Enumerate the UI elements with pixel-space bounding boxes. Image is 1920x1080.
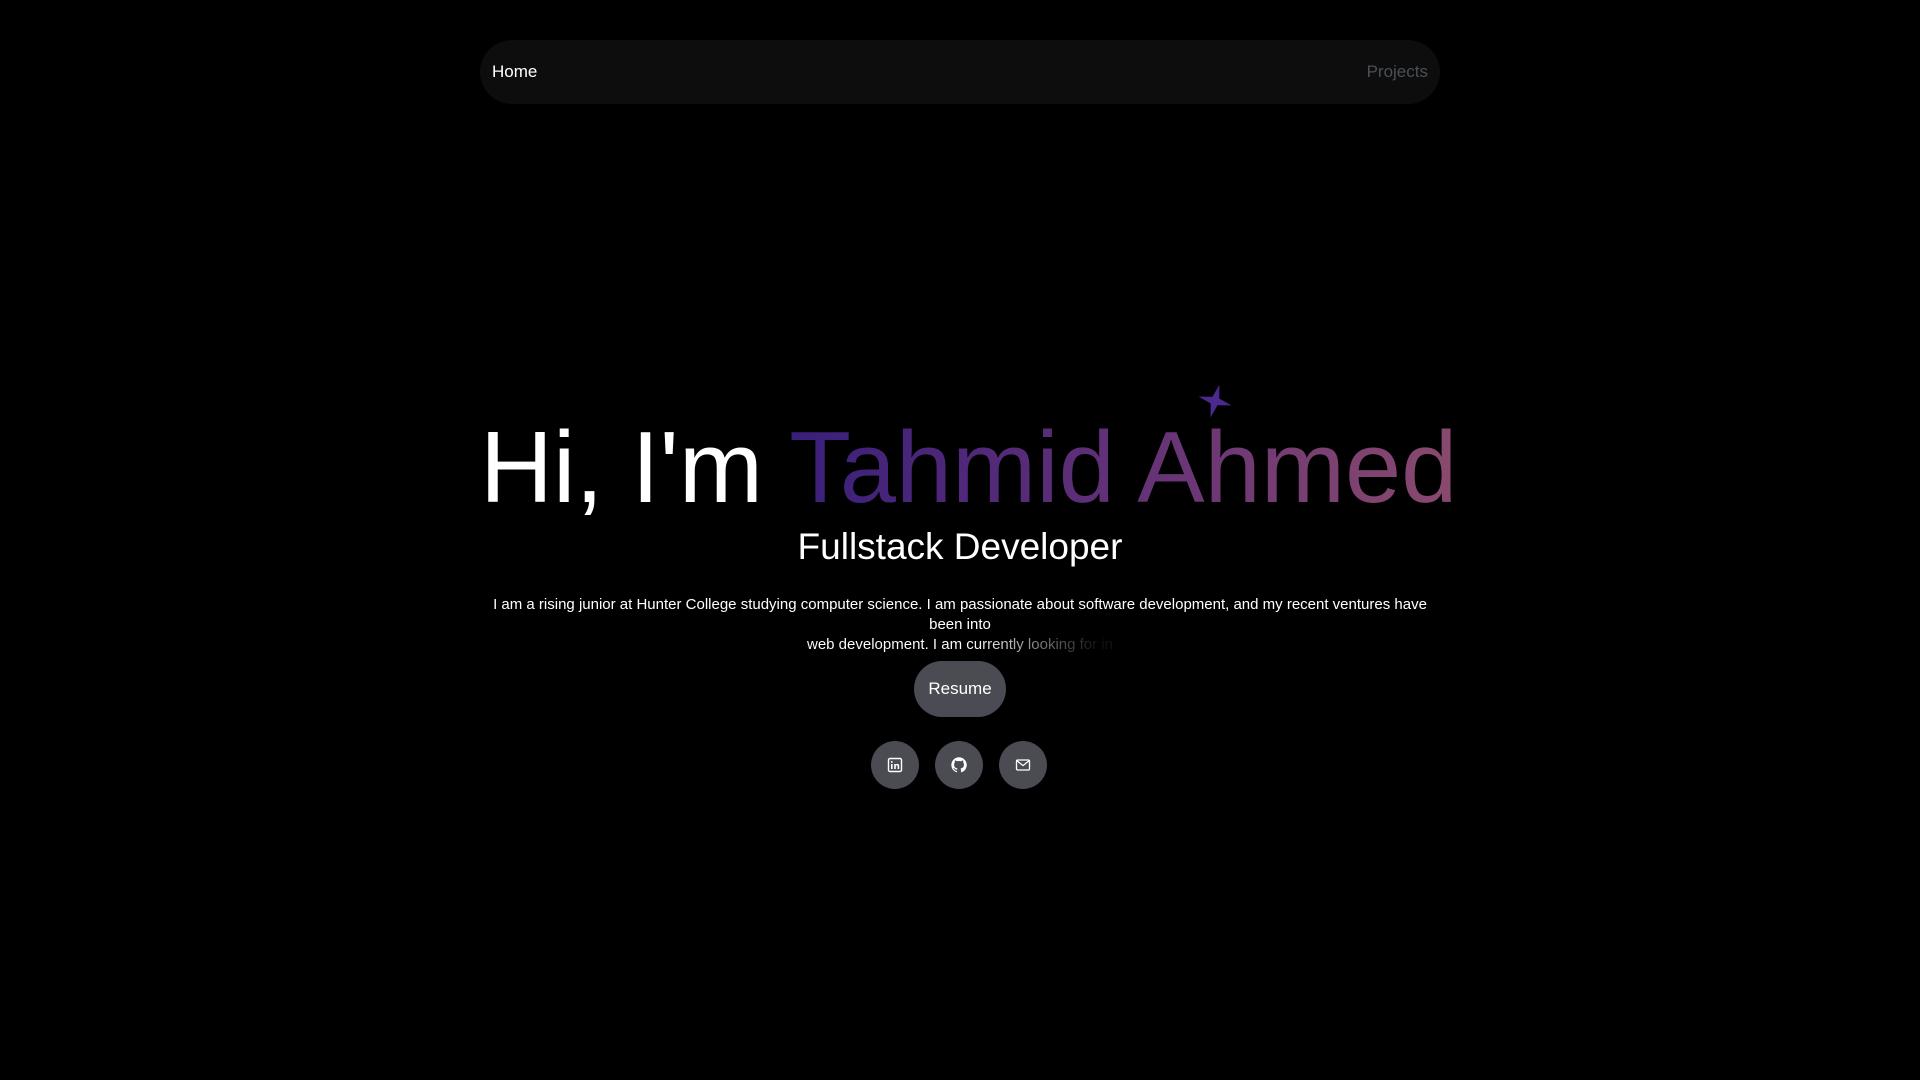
mail-button[interactable] — [999, 741, 1047, 789]
greeting-text: Hi, I'm — [480, 412, 790, 524]
hero-headline: Hi, I'm Tahmid Ahmed — [480, 400, 1457, 536]
nav-home-link[interactable]: Home — [492, 62, 537, 82]
nav-projects-link[interactable]: Projects — [1367, 62, 1428, 82]
linkedin-icon — [887, 757, 903, 773]
bio-line-2: web development. I am currently looking … — [807, 636, 1113, 653]
github-button[interactable] — [935, 741, 983, 789]
name-text: Tahmid Ahmed — [789, 412, 1458, 524]
page: Home Projects Hi, I'm Tahmid Ahmed Fulls… — [0, 0, 1920, 1080]
bio-line-1: I am a rising junior at Hunter College s… — [493, 596, 1427, 633]
mail-icon — [1015, 759, 1031, 771]
linkedin-button[interactable] — [871, 741, 919, 789]
bio-text: I am a rising junior at Hunter College s… — [480, 595, 1440, 655]
github-icon — [951, 757, 967, 773]
social-links — [871, 741, 1047, 789]
navbar: Home Projects — [480, 40, 1440, 104]
resume-button[interactable]: Resume — [914, 661, 1006, 717]
hero-section: Hi, I'm Tahmid Ahmed Fullstack Developer… — [480, 400, 1457, 655]
